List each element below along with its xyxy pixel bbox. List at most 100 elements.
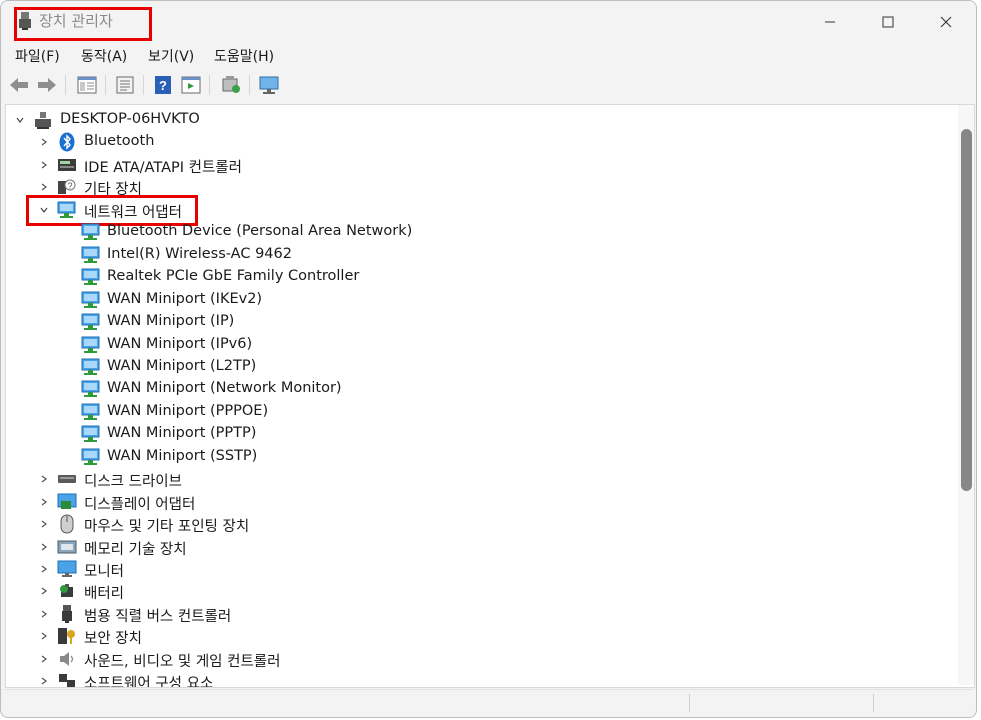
chevron-right-icon[interactable] [38,585,50,597]
device-label: WAN Miniport (IPv6) [107,335,253,352]
show-action-pane-button[interactable] [179,73,203,97]
show-hide-console-tree-button[interactable] [75,73,99,97]
menu-help[interactable]: 도움말(H) [214,46,274,66]
tree-category[interactable]: 소프트웨어 구성 요소 [6,670,946,688]
tree-category[interactable]: 배터리 [6,580,946,602]
chevron-right-icon[interactable] [38,136,50,148]
network-adapter-icon [81,402,101,422]
chevron-right-icon[interactable] [38,563,50,575]
vertical-scrollbar[interactable] [958,105,974,685]
svg-text:?: ? [67,181,72,191]
toolbar-separator [249,75,250,95]
scan-hardware-changes-button[interactable] [258,73,282,97]
minimize-button[interactable] [801,3,859,41]
network-device-item[interactable]: WAN Miniport (SSTP) [6,446,946,468]
disk-drive-icon [57,469,77,489]
chevron-right-icon[interactable] [38,653,50,665]
chevron-right-icon[interactable] [38,518,50,530]
network-device-item[interactable]: WAN Miniport (IPv6) [6,334,946,356]
category-label: 모니터 [84,564,125,580]
scrollbar-thumb[interactable] [961,129,972,491]
network-device-item[interactable]: WAN Miniport (IP) [6,311,946,333]
forward-button[interactable] [35,73,59,97]
computer-icon [33,110,53,130]
category-label: 보안 장치 [84,631,142,648]
status-divider [689,694,690,712]
chevron-down-icon[interactable] [14,114,26,126]
title-highlight-box [14,7,152,41]
chevron-right-icon[interactable] [38,675,50,687]
menu-action[interactable]: 동작(A) [81,46,127,66]
update-driver-button[interactable] [219,73,243,97]
device-label: Bluetooth Device (Personal Area Network) [107,223,413,240]
mouse-icon [57,514,77,534]
chevron-right-icon[interactable] [38,496,50,508]
computer-name: DESKTOP-06HVKTO [60,111,200,127]
network-device-item[interactable]: WAN Miniport (L2TP) [6,356,946,378]
back-icon [10,78,28,92]
tree-category[interactable]: 디스크 드라이브 [6,468,946,490]
chevron-right-icon[interactable] [38,473,50,485]
minimize-icon [825,21,835,23]
chevron-right-icon[interactable] [38,630,50,642]
help-icon: ? [155,76,171,94]
scan-hardware-changes-icon [259,76,279,94]
help-button[interactable]: ? [151,73,175,97]
network-device-item[interactable]: WAN Miniport (PPTP) [6,423,946,445]
network-device-item[interactable]: Bluetooth Device (Personal Area Network) [6,221,946,243]
tree-category[interactable]: 마우스 및 기타 포인팅 장치 [6,513,946,535]
category-label: 메모리 기술 장치 [84,541,187,558]
network-device-item[interactable]: WAN Miniport (Network Monitor) [6,378,946,400]
maximize-icon [882,16,894,28]
title-bar[interactable]: 장치 관리자 [1,1,976,41]
tree-category[interactable]: 메모리 기술 장치 [6,536,946,558]
tree-root[interactable]: DESKTOP-06HVKTO [6,109,946,131]
network-device-item[interactable]: WAN Miniport (PPPOE) [6,401,946,423]
category-label: IDE ATA/ATAPI 컨트롤러 [84,159,242,176]
category-label: Bluetooth [84,133,155,150]
toolbar-separator [209,75,210,95]
tree-category[interactable]: Bluetooth [6,131,946,153]
menu-file[interactable]: 파일(F) [15,46,60,66]
device-tree[interactable]: DESKTOP-06HVKTO Bluetooth IDE ATA/ATAPI 컨… [5,104,975,688]
network-device-item[interactable]: Realtek PCIe GbE Family Controller [6,266,946,288]
ide-controller-icon [57,155,77,175]
toolbar: ? [1,69,976,101]
sound-icon [57,649,77,669]
device-label: WAN Miniport (L2TP) [107,357,257,374]
network-device-item[interactable]: WAN Miniport (IKEv2) [6,289,946,311]
category-label: 범용 직렬 버스 컨트롤러 [84,608,232,625]
software-component-icon [57,671,77,687]
chevron-right-icon[interactable] [38,181,50,193]
network-adapter-icon [81,424,101,444]
category-label: 디스플레이 어댑터 [84,496,196,513]
device-label: WAN Miniport (Network Monitor) [107,380,342,397]
properties-icon [116,76,134,94]
forward-icon [38,78,56,92]
maximize-button[interactable] [859,3,917,41]
chevron-right-icon[interactable] [38,541,50,553]
tree-category[interactable]: 모니터 [6,558,946,580]
tree-category[interactable]: 디스플레이 어댑터 [6,491,946,513]
network-adapter-icon [81,335,101,355]
tree-category[interactable]: IDE ATA/ATAPI 컨트롤러 [6,154,946,176]
chevron-right-icon[interactable] [38,608,50,620]
tree-category[interactable]: 보안 장치 [6,625,946,647]
chevron-right-icon[interactable] [38,159,50,171]
battery-icon [57,581,77,601]
category-label: 소프트웨어 구성 요소 [84,676,214,688]
bluetooth-icon [57,132,77,152]
properties-button[interactable] [113,73,137,97]
network-adapter-icon [81,379,101,399]
tree-category[interactable]: 사운드, 비디오 및 게임 컨트롤러 [6,648,946,670]
close-button[interactable] [917,3,975,41]
tree-category[interactable]: 범용 직렬 버스 컨트롤러 [6,603,946,625]
category-label: 마우스 및 기타 포인팅 장치 [84,519,250,536]
show-action-pane-icon [181,76,201,94]
network-adapter-icon [81,290,101,310]
back-button[interactable] [7,73,31,97]
network-device-item[interactable]: Intel(R) Wireless-AC 9462 [6,244,946,266]
menu-view[interactable]: 보기(V) [148,46,194,66]
category-label: 사운드, 비디오 및 게임 컨트롤러 [84,653,281,670]
memory-device-icon [57,537,77,557]
